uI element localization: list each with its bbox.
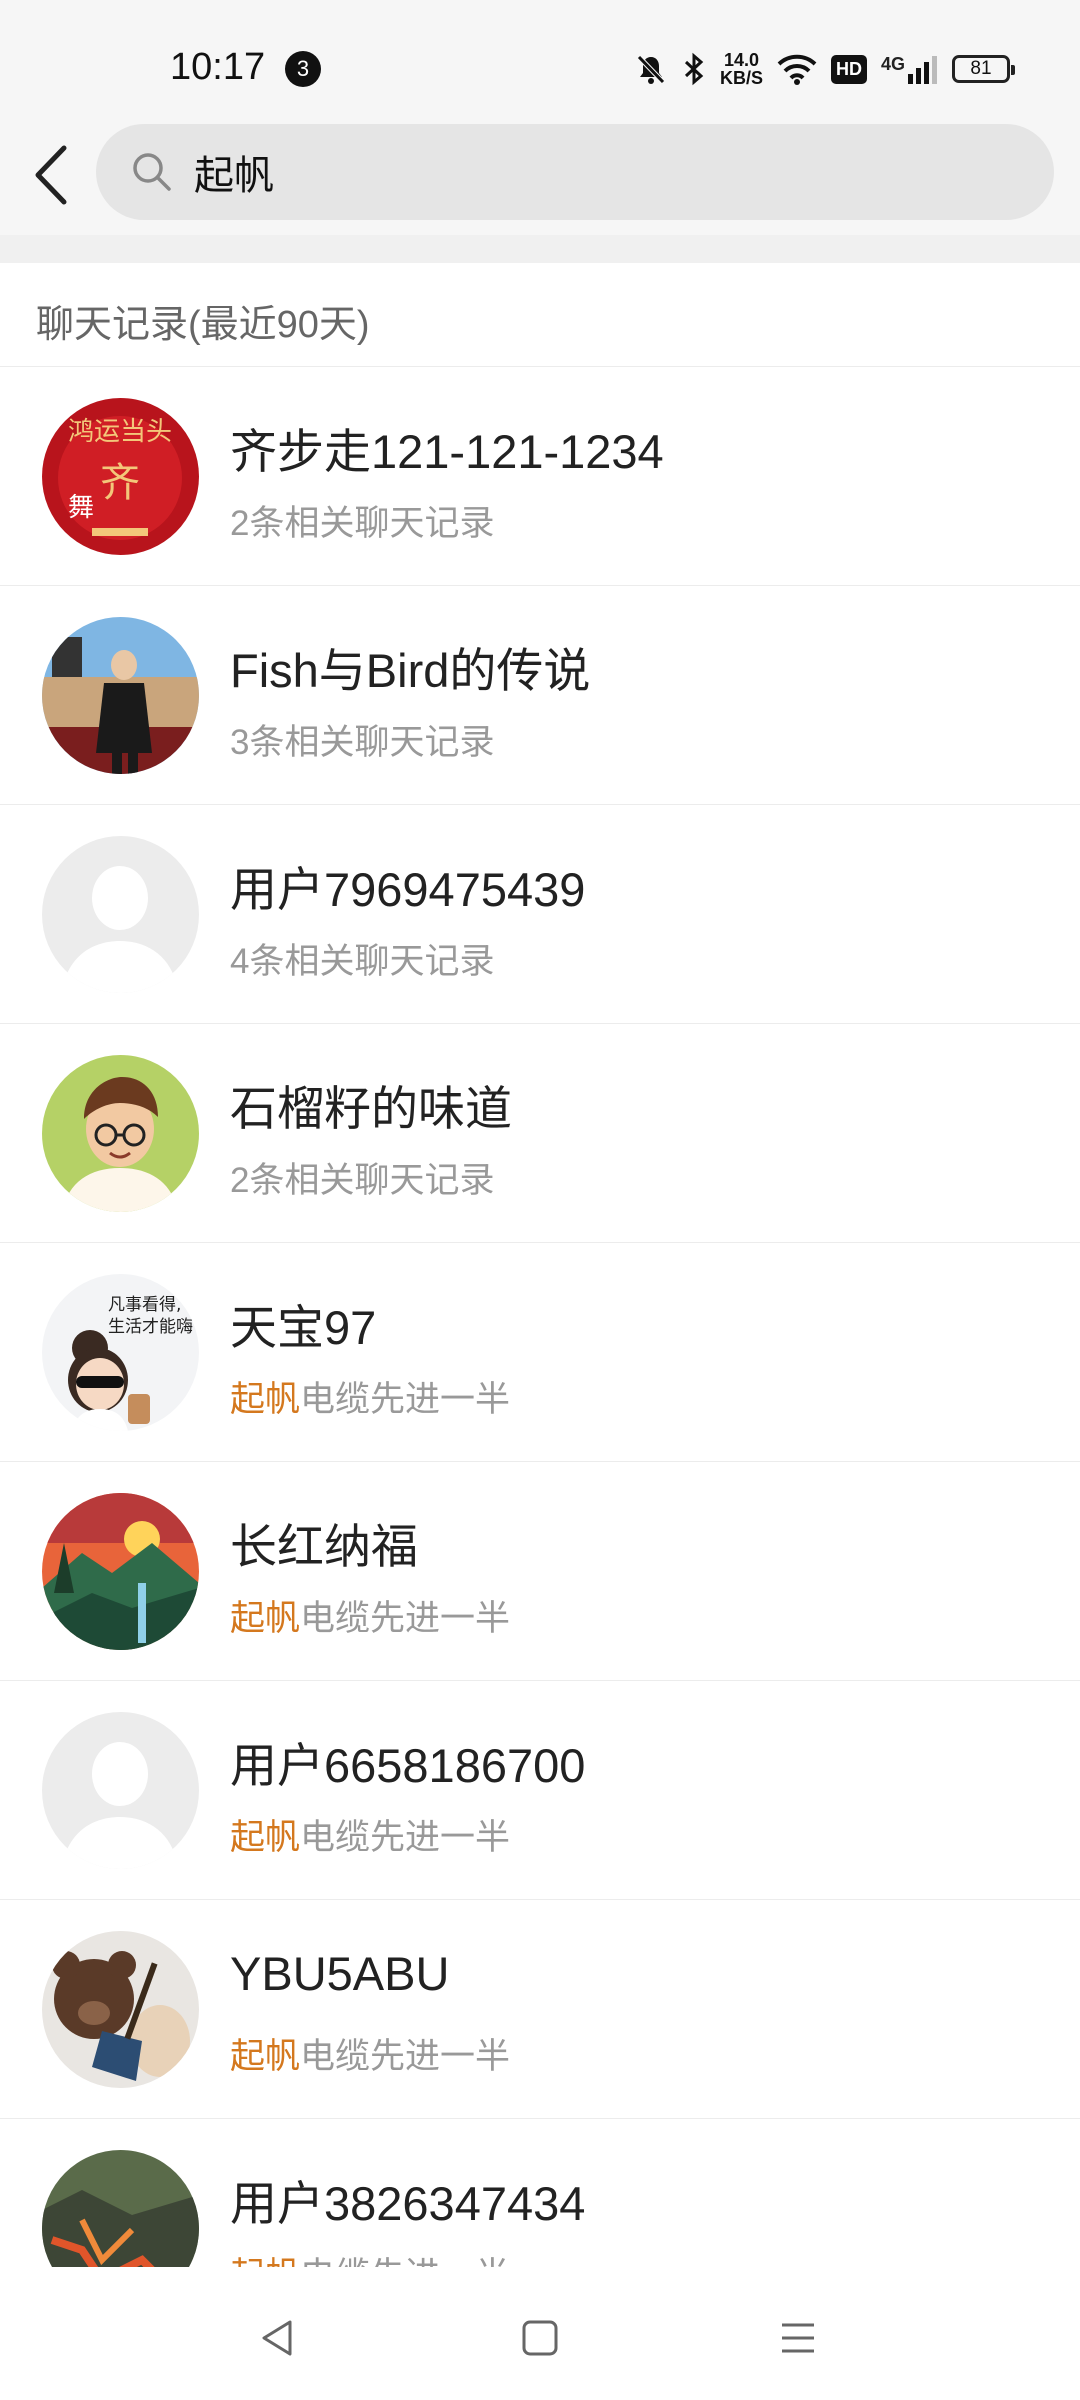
wifi-icon <box>777 53 817 85</box>
item-match-snippet: 起帆电缆先进一半 <box>230 1590 510 1641</box>
sunset-landscape-avatar <box>42 1493 199 1650</box>
item-match-snippet: 起帆电缆先进一半 <box>230 1371 510 1422</box>
mute-bell-icon <box>634 52 668 86</box>
notification-badge: 3 <box>285 51 321 87</box>
red-calligraphy-avatar: 鸿运当头 齐 舞 <box>42 398 199 555</box>
chat-results-list: 鸿运当头 齐 舞 齐步走121-121-1234 2条相关聊天记录 Fish与B… <box>0 367 1080 2267</box>
teddy-bear-avatar <box>42 1931 199 2088</box>
nav-menu-icon <box>782 2323 814 2353</box>
battery-icon: 81 <box>952 55 1015 83</box>
item-name: YBU5ABU <box>230 1947 450 2000</box>
item-match-snippet: 起帆电缆先进一半 <box>230 2028 510 2079</box>
list-item[interactable]: 鸿运当头 齐 舞 齐步走121-121-1234 2条相关聊天记录 <box>0 367 1080 586</box>
item-match-snippet: 起帆电缆先进一半 <box>230 2247 510 2267</box>
search-header <box>0 120 1080 235</box>
match-text: 电缆先进一半 <box>300 1599 511 1638</box>
list-item[interactable]: YBU5ABU 起帆电缆先进一半 <box>0 1900 1080 2119</box>
bluetooth-icon <box>682 52 706 86</box>
list-item[interactable]: 凡事看得, 生活才能嗨 天宝97 起帆电缆先进一半 <box>0 1243 1080 1462</box>
svg-text:舞: 舞 <box>68 493 94 523</box>
item-name: 长红纳福 <box>230 1520 418 1573</box>
nav-home-icon <box>522 2320 558 2356</box>
cartoon-girl-avatar: 凡事看得, 生活才能嗨 <box>42 1274 199 1431</box>
match-text: 电缆先进一半 <box>300 2037 511 2076</box>
list-item[interactable]: 长红纳福 起帆电缆先进一半 <box>0 1462 1080 1681</box>
nav-home-button[interactable] <box>500 2298 580 2378</box>
svg-text:鸿运当头: 鸿运当头 <box>68 417 172 447</box>
person-photo-avatar <box>42 617 199 774</box>
nav-back-icon <box>262 2320 292 2356</box>
default-avatar <box>42 1712 199 1869</box>
item-name: 用户3826347434 <box>230 2177 586 2230</box>
match-highlight: 起帆 <box>230 1380 301 1419</box>
section-header: 聊天记录(最近90天) <box>0 263 1080 367</box>
list-item[interactable]: 用户3826347434 起帆电缆先进一半 <box>0 2119 1080 2267</box>
item-name: 石榴籽的味道 <box>230 1082 512 1135</box>
hd-badge: HD <box>830 54 867 84</box>
list-item[interactable]: Fish与Bird的传说 3条相关聊天记录 <box>0 586 1080 805</box>
search-icon <box>133 153 171 191</box>
back-arrow-icon <box>35 145 67 205</box>
match-highlight: 起帆 <box>230 1599 301 1638</box>
nav-menu-button[interactable] <box>758 2298 838 2378</box>
svg-text:齐: 齐 <box>100 460 140 506</box>
list-item[interactable]: 石榴籽的味道 2条相关聊天记录 <box>0 1024 1080 1243</box>
status-icons: 14.0 KB/S HD 4G 81 <box>634 46 1015 92</box>
match-highlight: 起帆 <box>230 2037 301 2076</box>
signal-icon: 4G <box>881 54 938 84</box>
back-button[interactable] <box>22 140 78 210</box>
cartoon-boy-avatar <box>42 1055 199 1212</box>
network-speed: 14.0 KB/S <box>719 50 763 88</box>
section-title: 聊天记录(最近90天) <box>36 304 370 346</box>
list-item[interactable]: 用户7969475439 4条相关聊天记录 <box>0 805 1080 1024</box>
item-name: Fish与Bird的传说 <box>230 644 591 697</box>
item-match-count: 3条相关聊天记录 <box>230 723 495 762</box>
item-name: 天宝97 <box>230 1301 377 1354</box>
status-bar: 10:17 3 14.0 KB/S HD 4G 81 <box>0 0 1080 120</box>
svg-text:凡事看得,: 凡事看得, <box>108 1295 181 1315</box>
search-input[interactable] <box>194 124 1014 220</box>
default-avatar <box>42 836 199 993</box>
svg-text:生活才能嗨: 生活才能嗨 <box>108 1317 193 1337</box>
lava-landscape-avatar <box>42 2150 199 2267</box>
nav-back-button[interactable] <box>238 2298 318 2378</box>
section-divider <box>0 235 1080 263</box>
item-name: 用户7969475439 <box>230 863 586 916</box>
match-text: 电缆先进一半 <box>300 2256 510 2267</box>
item-match-count: 4条相关聊天记录 <box>230 942 495 981</box>
match-highlight: 起帆 <box>230 1818 301 1857</box>
search-box[interactable] <box>96 124 1054 220</box>
status-time: 10:17 <box>170 46 266 88</box>
match-text: 电缆先进一半 <box>300 1818 511 1857</box>
item-match-count: 2条相关聊天记录 <box>230 1161 495 1200</box>
system-nav-bar <box>0 2268 1080 2400</box>
match-text: 电缆先进一半 <box>300 1380 511 1419</box>
item-name: 齐步走121-121-1234 <box>230 425 664 478</box>
item-match-count: 2条相关聊天记录 <box>230 504 495 543</box>
item-match-snippet: 起帆电缆先进一半 <box>230 1809 510 1860</box>
list-item[interactable]: 用户6658186700 起帆电缆先进一半 <box>0 1681 1080 1900</box>
item-name: 用户6658186700 <box>230 1739 586 1792</box>
match-highlight: 起帆 <box>230 2256 300 2267</box>
